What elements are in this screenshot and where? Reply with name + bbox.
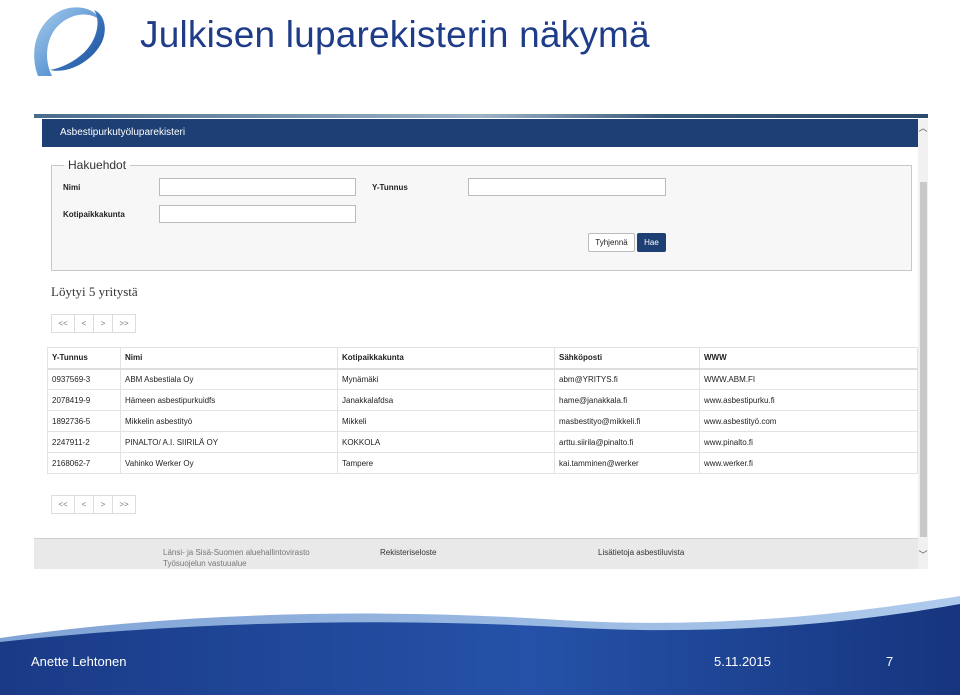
cell-nimi: PINALTO/ A.I. SIIRILÄ OY — [120, 431, 338, 453]
cell-www: www.pinalto.fi — [699, 431, 918, 453]
pager-last-button[interactable]: >> — [112, 314, 136, 333]
cell-www: www.asbestityö.com — [699, 410, 918, 432]
ytunnus-label: Y-Tunnus — [372, 183, 408, 192]
footer-org-line2: Työsuojelun vastuualue — [163, 559, 247, 568]
cell-kotipaikka: Janakkalafdsa — [337, 389, 555, 411]
footer-date: 5.11.2015 — [714, 654, 771, 669]
cell-email: masbestityo@mikkeli.fi — [554, 410, 700, 432]
cell-email: kai.tamminen@werker — [554, 452, 700, 474]
ytunnus-input[interactable] — [468, 178, 666, 196]
clear-button[interactable]: Tyhjennä — [588, 233, 635, 252]
pager-next-button[interactable]: > — [93, 495, 113, 514]
table-row[interactable]: 2247911-2 PINALTO/ A.I. SIIRILÄ OY KOKKO… — [47, 431, 918, 453]
column-header-email[interactable]: Sähköposti — [554, 347, 700, 370]
cell-kotipaikka: Tampere — [337, 452, 555, 474]
pager-prev-button[interactable]: < — [74, 314, 94, 333]
column-header-kotipaikka[interactable]: Kotipaikkakunta — [337, 347, 555, 370]
footer-page-number: 7 — [886, 654, 894, 669]
column-header-nimi[interactable]: Nimi — [120, 347, 338, 370]
cell-ytunnus: 0937569-3 — [47, 368, 121, 390]
cell-ytunnus: 2247911-2 — [47, 431, 121, 453]
chevron-up-icon[interactable]: ︿ — [918, 122, 928, 134]
app-header: Asbestipurkutyöluparekisteri — [42, 119, 920, 147]
register-link[interactable]: Rekisteriseloste — [380, 547, 436, 558]
scrollbar-thumb[interactable] — [920, 182, 927, 537]
pager-first-button[interactable]: << — [51, 495, 75, 514]
cell-www: www.asbestipurku.fi — [699, 389, 918, 411]
cell-ytunnus: 1892736-5 — [47, 410, 121, 432]
table-header-row: Y-Tunnus Nimi Kotipaikkakunta Sähköposti… — [47, 347, 918, 370]
cell-kotipaikka: Mikkeli — [337, 410, 555, 432]
cell-ytunnus: 2078419-9 — [47, 389, 121, 411]
cell-email: hame@janakkala.fi — [554, 389, 700, 411]
browser-strip — [34, 114, 928, 118]
pager-top: << < > >> — [51, 314, 136, 333]
footer-author: Anette Lehtonen — [31, 654, 127, 669]
cell-kotipaikka: Mynämäki — [337, 368, 555, 390]
cell-nimi: Vahinko Werker Oy — [120, 452, 338, 474]
search-button[interactable]: Hae — [637, 233, 666, 252]
table-row[interactable]: 1892736-5 Mikkelin asbestityö Mikkeli ma… — [47, 410, 918, 432]
search-legend: Hakuehdot — [68, 158, 127, 172]
footer-org-line1: Länsi- ja Sisä-Suomen aluehallintovirast… — [163, 548, 310, 557]
avi-logo-icon — [34, 7, 105, 76]
cell-nimi: Mikkelin asbestityö — [120, 410, 338, 432]
results-table: Y-Tunnus Nimi Kotipaikkakunta Sähköposti… — [47, 347, 918, 474]
kotipaikka-label: Kotipaikkakunta — [63, 210, 125, 219]
cell-email: arttu.siirila@pinalto.fi — [554, 431, 700, 453]
app-screenshot: Asbestipurkutyöluparekisteri ︿ ﹀ Hakuehd… — [34, 114, 928, 569]
name-input[interactable] — [159, 178, 356, 196]
table-row[interactable]: 2078419-9 Hämeen asbestipurkuidfs Janakk… — [47, 389, 918, 411]
cell-www: WWW.ABM.FI — [699, 368, 918, 390]
footer-wave — [0, 596, 960, 695]
app-footer: Länsi- ja Sisä-Suomen aluehallintovirast… — [34, 538, 918, 569]
pager-last-button[interactable]: >> — [112, 495, 136, 514]
cell-ytunnus: 2168062-7 — [47, 452, 121, 474]
pager-next-button[interactable]: > — [93, 314, 113, 333]
pager-prev-button[interactable]: < — [74, 495, 94, 514]
table-row[interactable]: 2168062-7 Vahinko Werker Oy Tampere kai.… — [47, 452, 918, 474]
result-count: Löytyi 5 yritystä — [51, 284, 138, 299]
column-header-ytunnus[interactable]: Y-Tunnus — [47, 347, 121, 370]
cell-nimi: ABM Asbestiala Oy — [120, 368, 338, 390]
info-link[interactable]: Lisätietoja asbestiluvista — [598, 547, 684, 558]
chevron-down-icon[interactable]: ﹀ — [918, 549, 928, 561]
cell-www: www.werker.fi — [699, 452, 918, 474]
name-label: Nimi — [63, 183, 81, 192]
pager-bottom: << < > >> — [51, 495, 136, 514]
cell-nimi: Hämeen asbestipurkuidfs — [120, 389, 338, 411]
kotipaikka-input[interactable] — [159, 205, 356, 223]
cell-kotipaikka: KOKKOLA — [337, 431, 555, 453]
slide-title: Julkisen luparekisterin näkymä — [140, 14, 650, 55]
pager-first-button[interactable]: << — [51, 314, 75, 333]
slide: Julkisen luparekisterin näkymä Asbestipu… — [0, 0, 960, 695]
table-row[interactable]: 0937569-3 ABM Asbestiala Oy Mynämäki abm… — [47, 368, 918, 390]
cell-email: abm@YRITYS.fi — [554, 368, 700, 390]
column-header-www[interactable]: WWW — [699, 347, 918, 370]
footer-org: Länsi- ja Sisä-Suomen aluehallintovirast… — [163, 547, 310, 569]
